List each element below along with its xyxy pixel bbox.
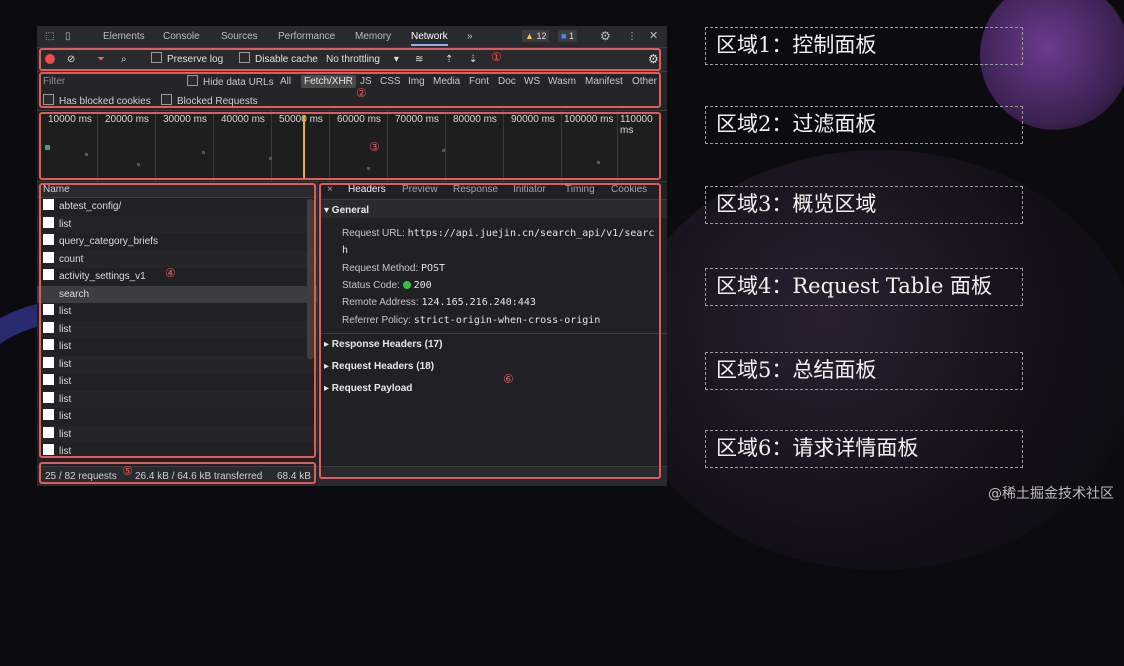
- tab-console[interactable]: Console: [163, 29, 200, 44]
- warnings-badge[interactable]: ▲ 12: [522, 30, 550, 42]
- message-icon: ■: [561, 31, 567, 41]
- warnings-count: 12: [536, 31, 547, 41]
- kebab-menu-icon[interactable]: ⋮: [627, 29, 637, 44]
- more-tabs-button[interactable]: »: [467, 29, 473, 44]
- region-2-highlight: [39, 72, 661, 108]
- tab-memory[interactable]: Memory: [355, 29, 391, 44]
- region-6-label: 区域6：请求详情面板: [705, 430, 1023, 468]
- region-5-label: 区域5：总结面板: [705, 352, 1023, 390]
- tab-sources[interactable]: Sources: [221, 29, 258, 44]
- watermark: @稀土掘金技术社区: [988, 486, 1114, 502]
- region-6-number: ⑥: [503, 372, 514, 386]
- region-1-highlight: [39, 48, 661, 71]
- region-4-label: 区域4：Request Table 面板: [705, 268, 1023, 306]
- tab-performance[interactable]: Performance: [278, 29, 335, 44]
- region-5-highlight: [39, 462, 316, 484]
- settings-gear-icon[interactable]: ⚙: [600, 29, 611, 44]
- tab-elements[interactable]: Elements: [103, 29, 145, 44]
- region-3-label: 区域3：概览区域: [705, 186, 1023, 224]
- devtools-tab-bar: ⬚ ▯ Elements Console Sources Performance…: [37, 26, 667, 48]
- inspect-element-icon[interactable]: ⬚: [45, 29, 54, 44]
- messages-count: 1: [568, 31, 574, 41]
- region-3-number: ③: [369, 140, 380, 154]
- region-1-label: 区域1：控制面板: [705, 27, 1023, 65]
- close-icon[interactable]: ✕: [649, 29, 658, 44]
- messages-badge[interactable]: ■ 1: [558, 30, 577, 42]
- region-2-number: ②: [356, 86, 367, 100]
- warning-icon: ▲: [525, 31, 534, 41]
- region-1-number: ①: [491, 50, 502, 64]
- region-3-highlight: [39, 112, 661, 180]
- region-2-label: 区域2：过滤面板: [705, 106, 1023, 144]
- region-4-highlight: [39, 183, 316, 458]
- tab-network[interactable]: Network: [411, 29, 448, 46]
- region-6-highlight: [319, 183, 661, 479]
- device-toolbar-icon[interactable]: ▯: [65, 29, 71, 44]
- region-4-number: ④: [165, 266, 176, 280]
- region-5-number: ⑤: [122, 464, 133, 478]
